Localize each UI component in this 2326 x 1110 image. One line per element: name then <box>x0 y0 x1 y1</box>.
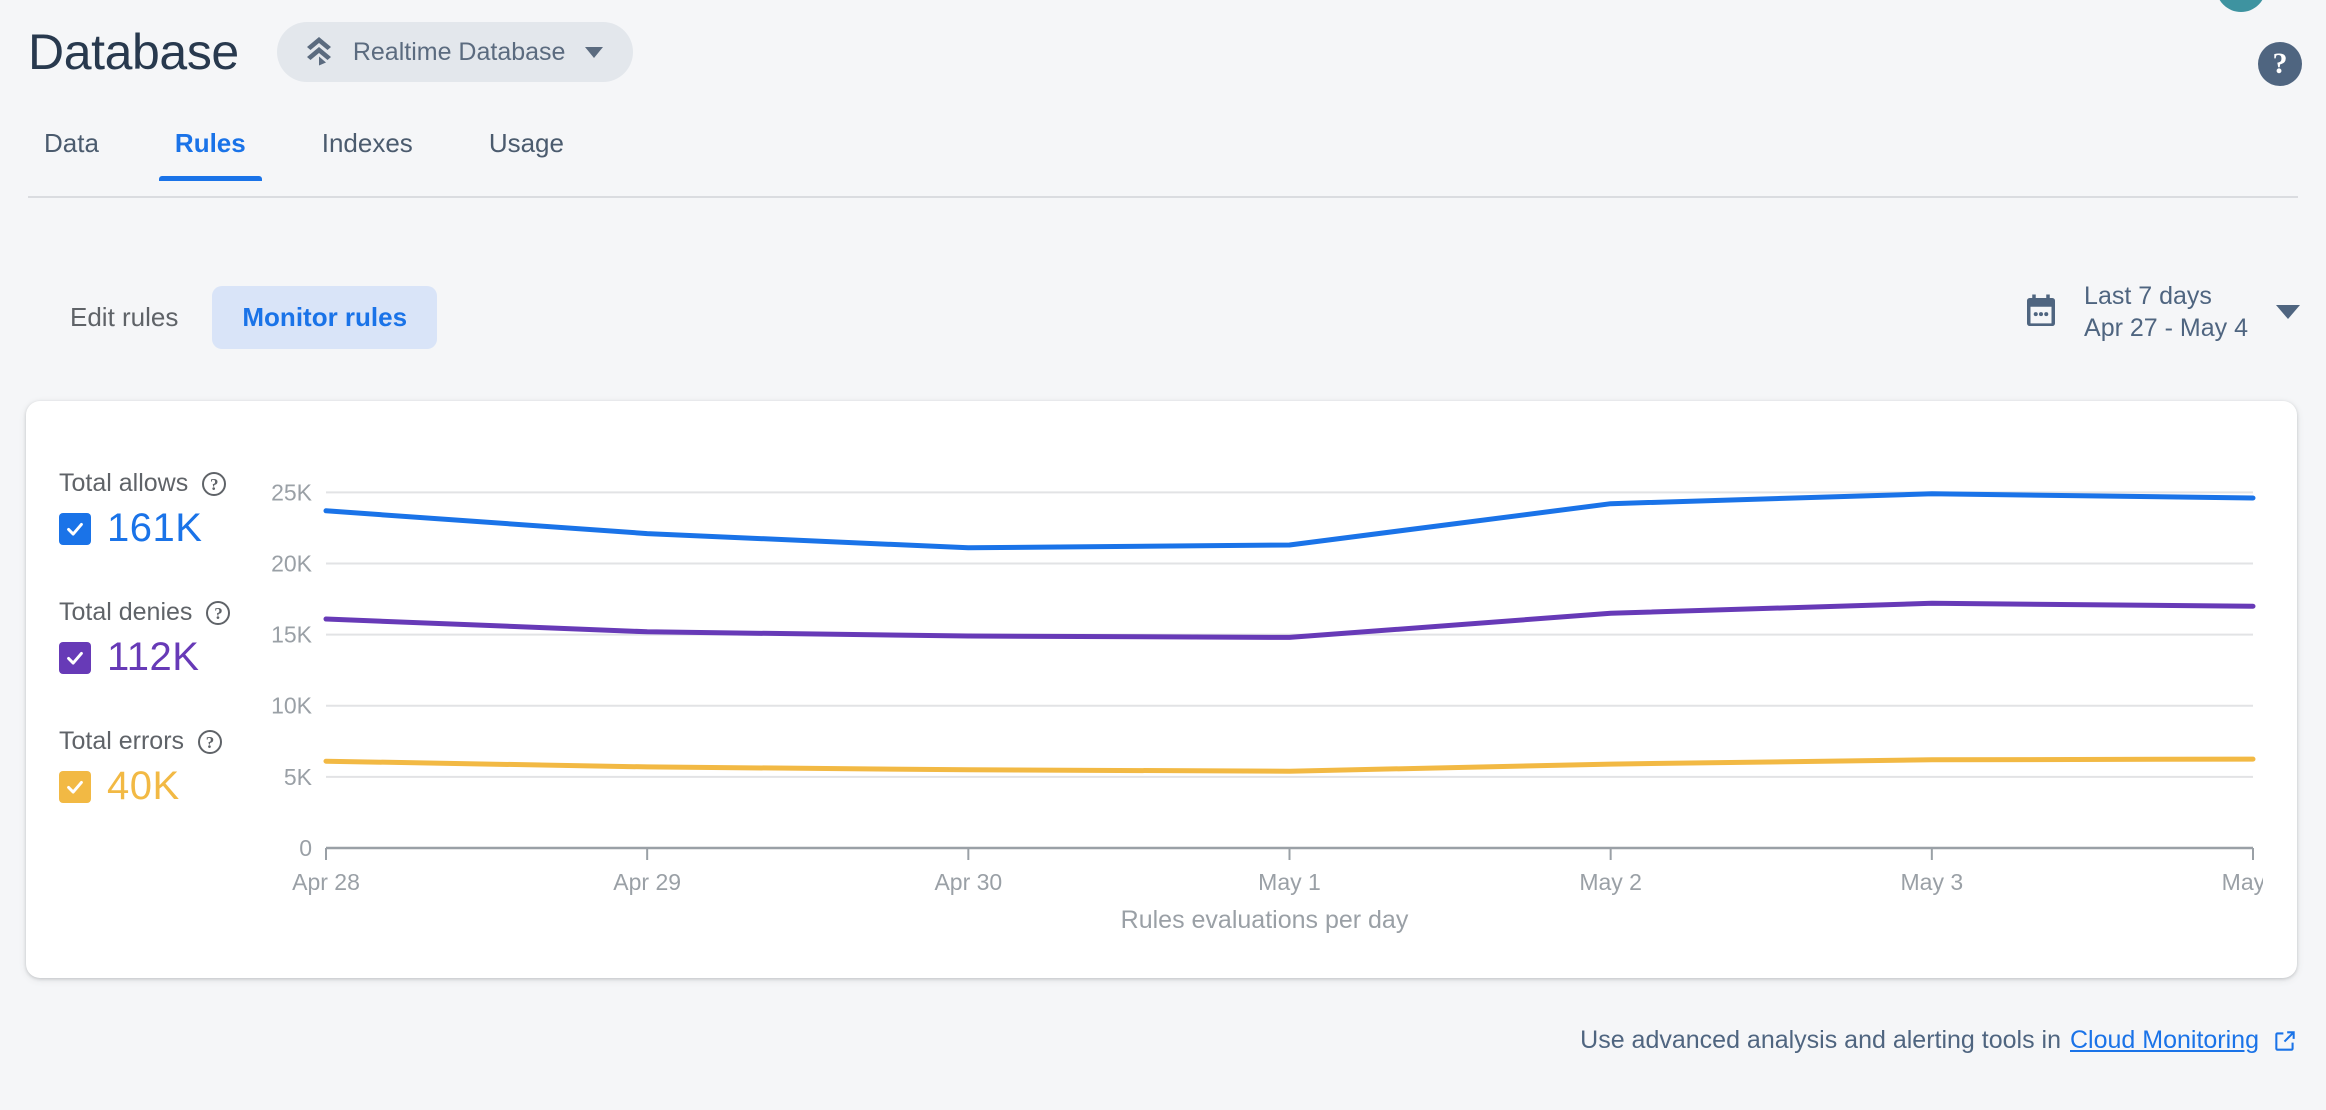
external-link-icon[interactable] <box>2272 1028 2298 1054</box>
y-axis-tick-label: 0 <box>299 835 312 861</box>
tab-divider <box>28 196 2298 198</box>
legend-checkbox-total-errors[interactable] <box>59 770 91 803</box>
chart-line-total-allows <box>323 491 2256 551</box>
help-glyph: ? <box>2272 47 2288 80</box>
monitor-rules-button[interactable]: Monitor rules <box>212 286 438 349</box>
tab-bar: Data Rules Indexes Usage <box>0 128 2326 198</box>
chart-legend: Total allows ? 161K Total denies ? 112K … <box>59 469 299 809</box>
toolbar-row: Edit rules Monitor rules Last 7 days Apr… <box>0 282 2326 376</box>
rules-monitoring-card: Total allows ? 161K Total denies ? 112K … <box>26 401 2297 978</box>
tab-indexes[interactable]: Indexes <box>306 128 429 181</box>
footer-note: Use advanced analysis and alerting tools… <box>1580 1026 2298 1055</box>
chevron-down-icon <box>585 46 604 58</box>
legend-label: Total allows <box>59 469 189 497</box>
legend-checkbox-total-denies[interactable] <box>59 641 91 674</box>
legend-value: 112K <box>107 635 200 679</box>
database-selector-label: Realtime Database <box>352 37 566 66</box>
cloud-monitoring-link[interactable]: Cloud Monitoring <box>2070 1026 2259 1055</box>
chevron-down-icon <box>2276 305 2300 319</box>
firebase-realtime-database-icon <box>301 33 337 72</box>
chart-line-total-denies <box>323 600 2256 640</box>
tab-data[interactable]: Data <box>28 128 115 181</box>
x-axis-tick-label: Apr 29 <box>613 869 681 895</box>
title-row: Database Realtime Database <box>28 22 634 82</box>
y-axis-tick-label: 20K <box>271 550 313 576</box>
date-range-text: Last 7 days Apr 27 - May 4 <box>2084 280 2248 344</box>
y-axis-tick-label: 5K <box>284 764 313 790</box>
legend-checkbox-total-allows[interactable] <box>59 512 91 545</box>
legend-item-total-denies: Total denies ? 112K <box>59 598 299 680</box>
chart-canvas: 0 5K 10K 15K 20K 25K Apr 28 Apr 29 Apr 30 May 1 Ma… <box>271 479 2263 934</box>
page-header: Database Realtime Database ? <box>0 0 2326 128</box>
date-range-dates: Apr 27 - May 4 <box>2084 314 2248 342</box>
database-selector-button[interactable]: Realtime Database <box>276 22 634 82</box>
rules-mode-toggle: Edit rules Monitor rules <box>40 286 438 349</box>
page-title: Database <box>28 24 239 80</box>
help-icon[interactable]: ? <box>2258 42 2302 86</box>
x-axis-tick-label: Apr 28 <box>292 869 360 895</box>
x-axis-tick-label: Apr 30 <box>934 869 1002 895</box>
y-axis-tick-label: 10K <box>271 693 313 719</box>
tab-usage[interactable]: Usage <box>473 128 580 181</box>
date-range-preset: Last 7 days <box>2084 282 2212 310</box>
x-axis-tick-label: May 4 <box>2222 869 2263 895</box>
legend-value: 161K <box>107 506 203 550</box>
help-circle-icon[interactable]: ? <box>198 729 223 754</box>
chart-line-total-errors <box>323 756 2256 774</box>
help-circle-icon[interactable]: ? <box>206 600 231 625</box>
tab-list: Data Rules Indexes Usage <box>28 128 624 181</box>
x-axis-tick-label: May 1 <box>1258 869 1321 895</box>
y-axis-tick-label: 25K <box>271 479 313 505</box>
tab-rules[interactable]: Rules <box>158 128 262 181</box>
date-range-selector[interactable]: Last 7 days Apr 27 - May 4 <box>2020 280 2300 344</box>
legend-value: 40K <box>107 764 180 808</box>
legend-item-total-allows: Total allows ? 161K <box>59 469 299 551</box>
database-rules-monitor-page: Database Realtime Database ? Data Rules … <box>0 0 2326 1110</box>
chart-caption: Rules evaluations per day <box>1121 906 1409 934</box>
x-axis-tick-label: May 2 <box>1579 869 1642 895</box>
edit-rules-button[interactable]: Edit rules <box>40 286 208 349</box>
account-avatar[interactable] <box>2216 0 2266 12</box>
y-axis-tick-label: 15K <box>271 622 313 648</box>
x-axis-tick-label: May 3 <box>1901 869 1964 895</box>
line-chart: 0 5K 10K 15K 20K 25K Apr 28 Apr 29 Apr 30 May 1 Ma… <box>266 461 2263 938</box>
legend-label: Total errors <box>59 727 185 755</box>
footer-text: Use advanced analysis and alerting tools… <box>1580 1026 2061 1054</box>
legend-label: Total denies <box>59 598 193 626</box>
calendar-icon <box>2020 291 2062 333</box>
legend-item-total-errors: Total errors ? 40K <box>59 727 299 809</box>
help-circle-icon[interactable]: ? <box>202 471 227 496</box>
